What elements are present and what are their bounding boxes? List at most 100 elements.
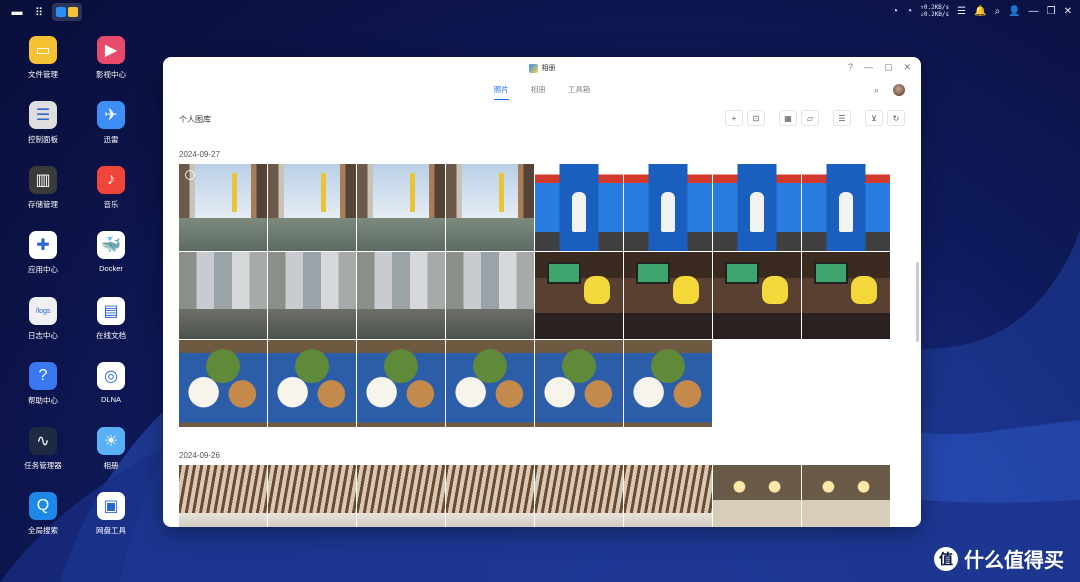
photo-thumbnail-food[interactable] xyxy=(268,340,356,427)
desktop-icon-document[interactable]: ▤ 在线文档 xyxy=(80,297,142,341)
close-button[interactable]: ✕ xyxy=(903,62,911,73)
photo-thumbnail-street[interactable] xyxy=(446,252,534,339)
photo-thumbnail-food[interactable] xyxy=(179,340,267,427)
tab-toolbox[interactable]: 工具箱 xyxy=(568,84,591,100)
restore-icon[interactable]: ❐ xyxy=(1047,6,1056,17)
photo-thumbnail-stage[interactable] xyxy=(624,252,712,339)
desktop-icon-app-center[interactable]: ✚ 应用中心 xyxy=(12,231,74,275)
photo-thumbnail-stage[interactable] xyxy=(713,252,801,339)
search-icon[interactable]: ⌕ xyxy=(874,85,879,96)
photo-thumbnail-canal[interactable] xyxy=(357,164,445,251)
tab-photos[interactable]: 照片 xyxy=(493,84,509,100)
desktop-icon-task-manager[interactable]: ∿ 任务管理器 xyxy=(12,427,74,471)
photo-thumbnail-arcade[interactable] xyxy=(357,465,445,527)
desktop-icon-label: 文件管理 xyxy=(28,70,58,79)
photo-thumbnail-glico[interactable] xyxy=(535,164,623,251)
folder-mini-icon xyxy=(68,7,78,17)
desktop-icon-dlna[interactable]: ◎ DLNA xyxy=(80,362,142,404)
desktop-icon-storage[interactable]: ▥ 存储管理 xyxy=(12,166,74,210)
desktop-icon-label: 音乐 xyxy=(103,200,119,209)
task-list-icon[interactable]: ☰ xyxy=(957,6,966,17)
photos-window: 相册 ? — ▢ ✕ 照片 相册 工具箱 ⌕ 个人图库 + ⊡ ▦ ▱ ☰ ⊻ … xyxy=(163,57,921,527)
desktop-icon-label: 全局搜索 xyxy=(28,526,58,535)
photos-mini-icon xyxy=(56,7,66,17)
search-icon[interactable]: ⌕ xyxy=(995,6,1001,17)
desktop-icon-label: 网盘工具 xyxy=(96,526,126,535)
notification-bell-icon[interactable]: 🔔 xyxy=(974,6,986,17)
help-button[interactable]: ? xyxy=(848,62,853,73)
tab-albums[interactable]: 相册 xyxy=(531,84,546,100)
docker-icon: 🐳 xyxy=(97,231,125,259)
photo-timeline: 2024-09-27 2024-09-26 xyxy=(179,150,895,527)
photo-thumbnail-stage[interactable] xyxy=(802,252,890,339)
desktop-icon-music[interactable]: ♪ 音乐 xyxy=(80,166,142,210)
desktop-icon-label: 存储管理 xyxy=(28,200,58,209)
avatar[interactable] xyxy=(893,84,905,96)
photo-thumbnail-canal[interactable] xyxy=(179,164,267,251)
minimize-button[interactable]: — xyxy=(864,62,873,73)
photo-thumbnail-street[interactable] xyxy=(268,252,356,339)
filter-button[interactable]: ⊻ xyxy=(865,110,883,126)
photo-thumbnail-arcade[interactable] xyxy=(624,465,712,527)
desktop-icon-docker[interactable]: 🐳 Docker xyxy=(80,231,142,273)
select-checkbox[interactable] xyxy=(185,170,195,180)
close-icon[interactable]: ✕ xyxy=(1064,6,1072,17)
desktop-icon-label: 任务管理器 xyxy=(24,461,62,470)
desktop-icon-label: 迅雷 xyxy=(103,135,119,144)
scan-button[interactable]: ⊡ xyxy=(747,110,765,126)
photo-thumbnail-glico[interactable] xyxy=(802,164,890,251)
photo-thumbnail-canal[interactable] xyxy=(268,164,356,251)
desktop-icon-control-panel[interactable]: ☰ 控制面板 xyxy=(12,101,74,145)
photo-thumbnail-street[interactable] xyxy=(357,252,445,339)
desktop-icon-help[interactable]: ? 帮助中心 xyxy=(12,362,74,406)
photo-grid xyxy=(179,465,895,527)
logs-icon: /logs xyxy=(29,297,57,325)
photo-thumbnail-glico[interactable] xyxy=(624,164,712,251)
window-titlebar[interactable]: 相册 ? — ▢ ✕ xyxy=(163,57,921,77)
desktop-icon-folder[interactable]: ▭ 文件管理 xyxy=(12,36,74,80)
photo-thumbnail-stage[interactable] xyxy=(535,252,623,339)
page-title: 个人图库 xyxy=(179,115,211,124)
toolbar: + ⊡ ▦ ▱ ☰ ⊻ ↻ xyxy=(725,110,905,126)
running-apps-button[interactable] xyxy=(52,3,82,21)
photo-thumbnail-lobby[interactable] xyxy=(713,465,801,527)
photo-thumbnail-food[interactable] xyxy=(357,340,445,427)
desktop-icon-logs[interactable]: /logs 日志中心 xyxy=(12,297,74,341)
watermark: 值 什么值得买 xyxy=(934,544,1064,573)
refresh-button[interactable]: ↻ xyxy=(887,110,905,126)
photo-thumbnail-arcade[interactable] xyxy=(179,465,267,527)
photo-thumbnail-food[interactable] xyxy=(624,340,712,427)
user-icon[interactable]: 👤 xyxy=(1008,6,1020,17)
taskbar: ▬ ⠿ ◔ ◔ ↑0.2KB/s ↓0.2KB/s ☰ 🔔 ⌕ 👤 — ❐ ✕ xyxy=(0,0,1080,24)
network-speed: ↑0.2KB/s ↓0.2KB/s xyxy=(920,4,949,18)
desktop-icon-photos[interactable]: ☀ 相册 xyxy=(80,427,142,471)
maximize-button[interactable]: ▢ xyxy=(884,62,893,73)
desktop-icon-video[interactable]: ▶ 影视中心 xyxy=(80,36,142,80)
desktop-icon-label: 应用中心 xyxy=(28,265,58,274)
desktop-icon-label: 日志中心 xyxy=(28,331,58,340)
desktop-icon-label: 影视中心 xyxy=(96,70,126,79)
photo-thumbnail-arcade[interactable] xyxy=(535,465,623,527)
minimize-icon[interactable]: — xyxy=(1029,6,1039,17)
photo-thumbnail-arcade[interactable] xyxy=(446,465,534,527)
desktop-icon-cloud-drive[interactable]: ▣ 网盘工具 xyxy=(80,492,142,536)
photo-thumbnail-food[interactable] xyxy=(535,340,623,427)
scrollbar[interactable] xyxy=(916,262,919,342)
desktop-icon-thunder[interactable]: ✈ 迅雷 xyxy=(80,101,142,145)
photo-thumbnail-canal[interactable] xyxy=(446,164,534,251)
photo-thumbnail-street[interactable] xyxy=(179,252,267,339)
list-sort-button[interactable]: ☰ xyxy=(833,110,851,126)
photo-thumbnail-lobby[interactable] xyxy=(802,465,890,527)
app-launcher-button[interactable]: ⠿ xyxy=(30,3,48,21)
desktop-icon-global-search[interactable]: Q 全局搜索 xyxy=(12,492,74,536)
help-icon: ? xyxy=(29,362,57,390)
photo-thumbnail-glico[interactable] xyxy=(713,164,801,251)
folder-view-button[interactable]: ▱ xyxy=(801,110,819,126)
grid-view-button[interactable]: ▦ xyxy=(779,110,797,126)
document-icon: ▤ xyxy=(97,297,125,325)
add-button[interactable]: + xyxy=(725,110,743,126)
show-desktop-button[interactable]: ▬ xyxy=(8,3,26,21)
photo-thumbnail-food[interactable] xyxy=(446,340,534,427)
photo-thumbnail-arcade[interactable] xyxy=(268,465,356,527)
